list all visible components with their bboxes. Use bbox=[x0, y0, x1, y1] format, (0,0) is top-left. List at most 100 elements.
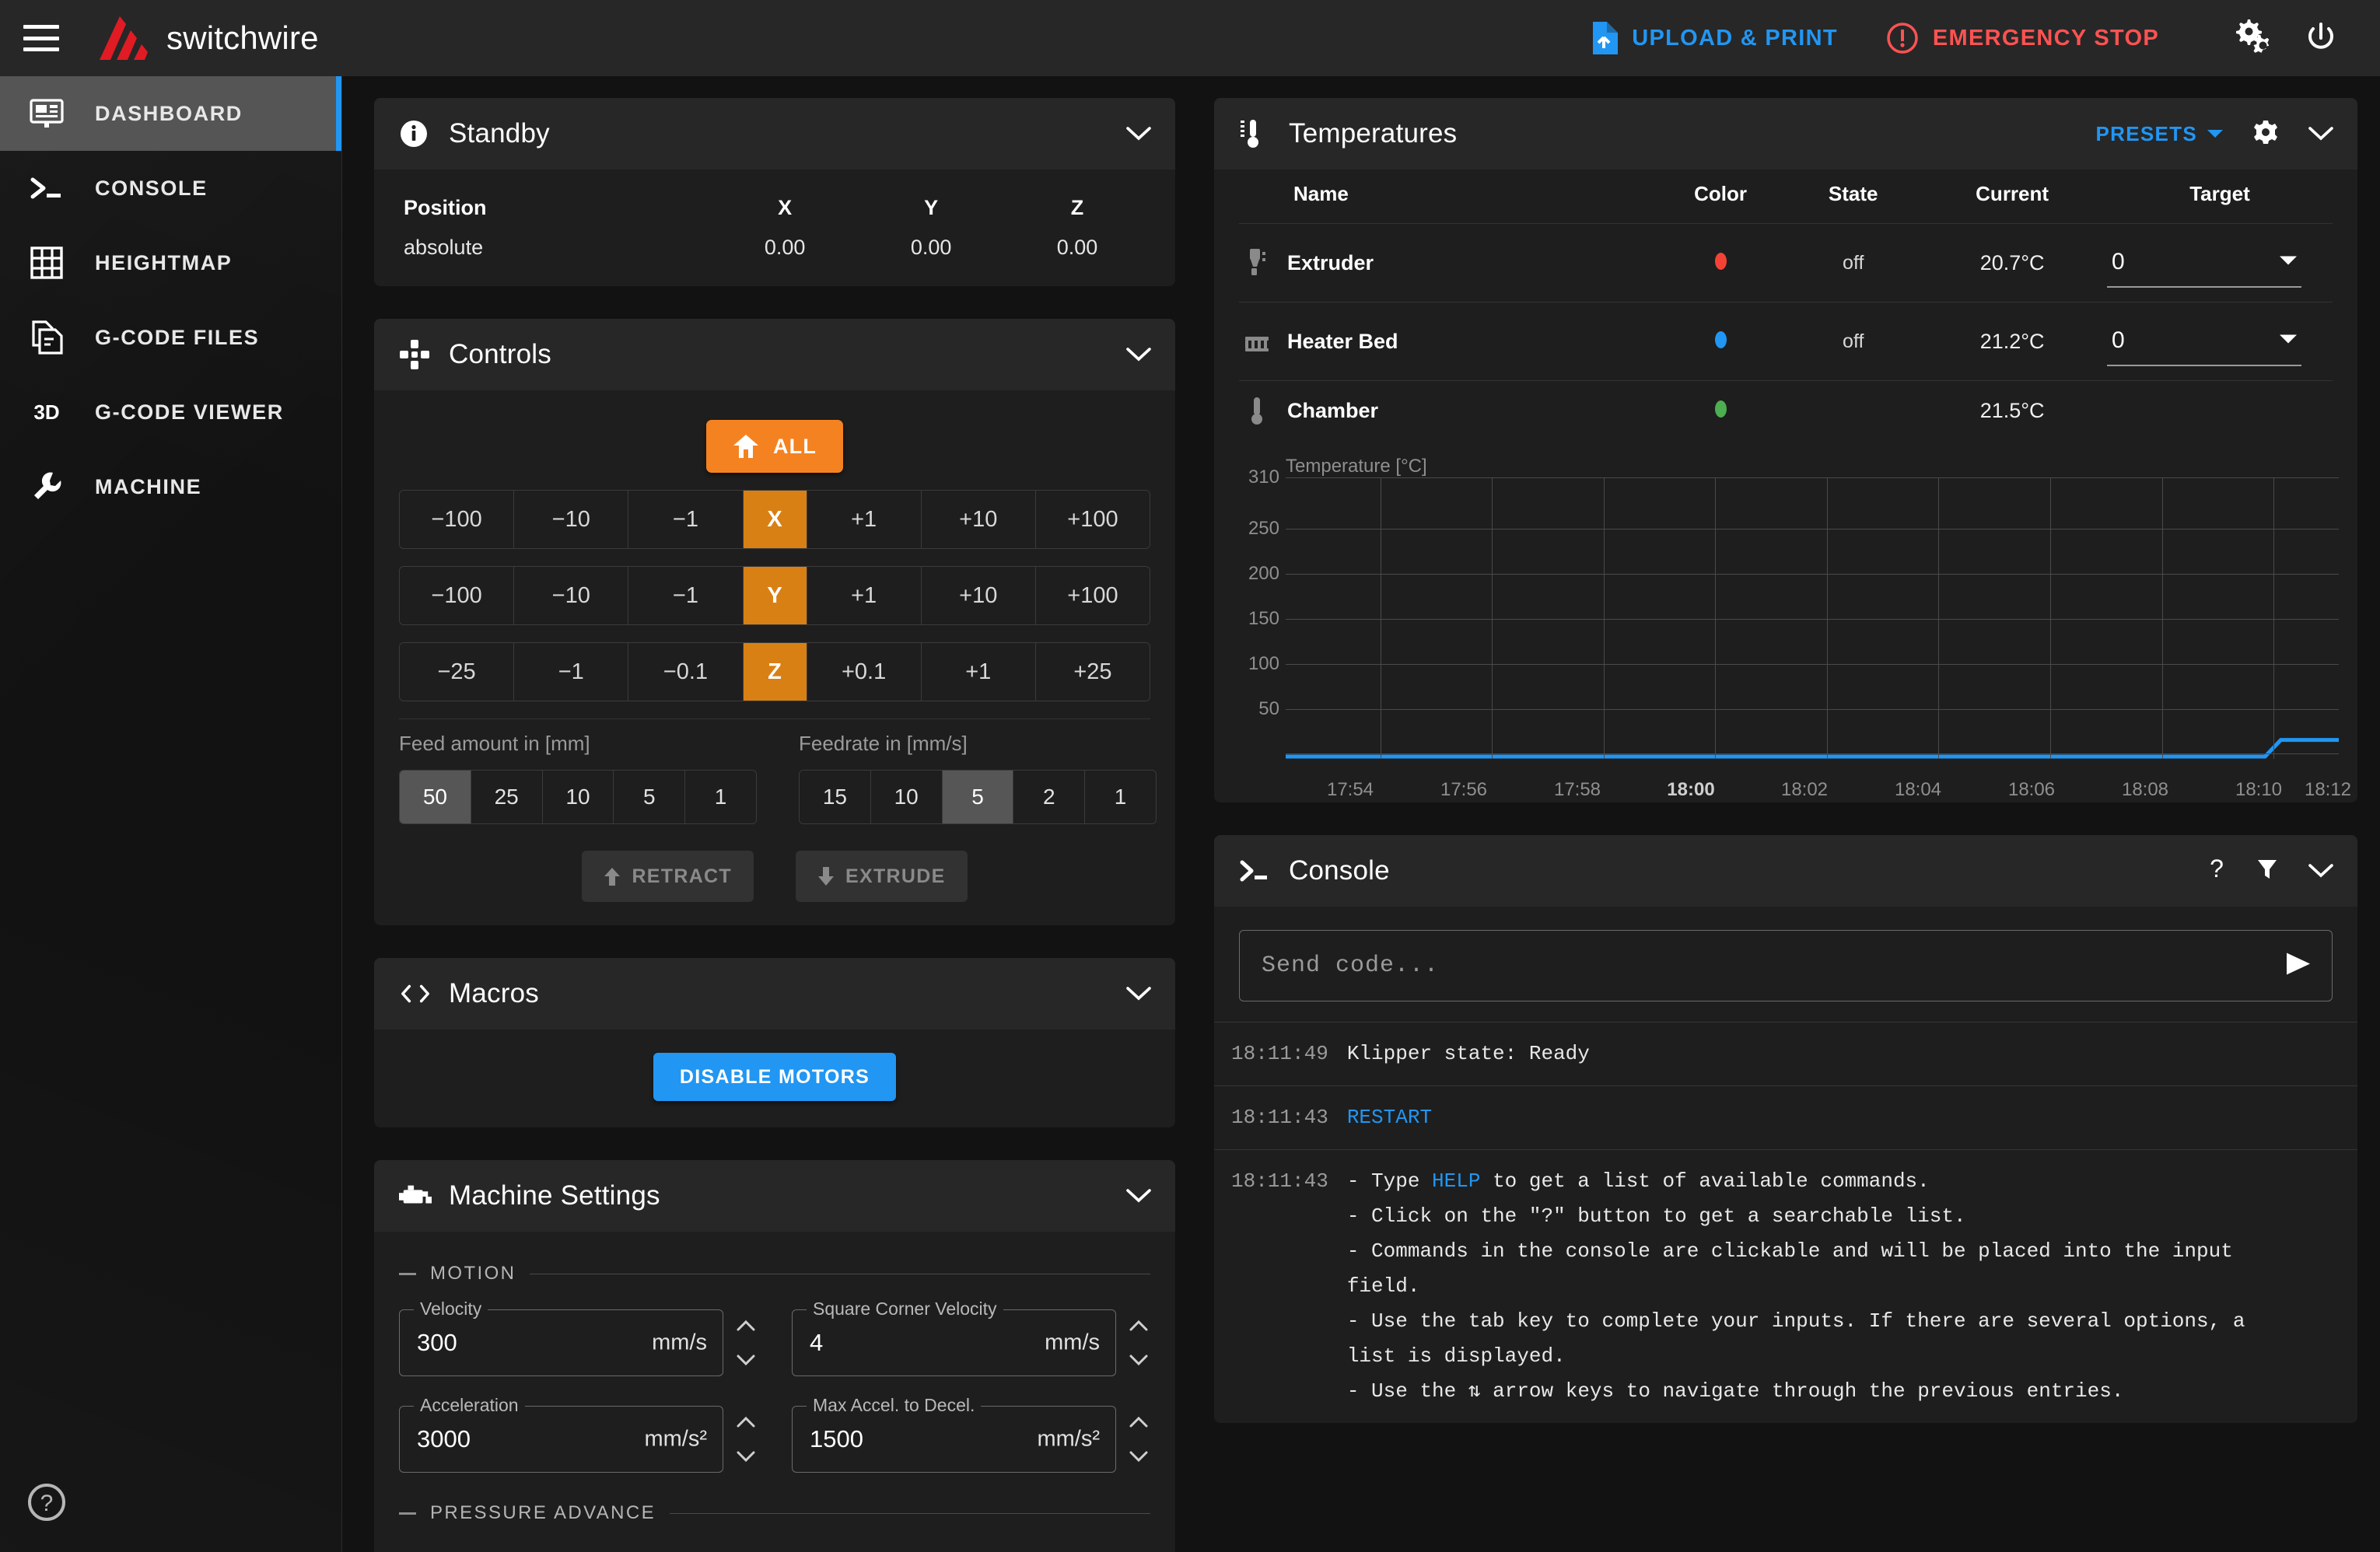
acceleration-increment-button[interactable] bbox=[734, 1414, 758, 1431]
feed-amount-50[interactable]: 50 bbox=[400, 771, 471, 823]
presets-dropdown[interactable]: PRESETS bbox=[2096, 122, 2224, 146]
pressure-advance-section-header[interactable]: PRESSURE ADVANCE bbox=[399, 1502, 1150, 1524]
extrude-button[interactable]: EXTRUDE bbox=[796, 851, 968, 902]
feed-amount-group: Feed amount in [mm] 50 25 10 5 1 bbox=[399, 732, 757, 824]
jog-y-minus-10[interactable]: −10 bbox=[514, 567, 629, 624]
jog-y-plus-10[interactable]: +10 bbox=[921, 567, 1036, 624]
matd-decrement-button[interactable] bbox=[1127, 1448, 1150, 1465]
acceleration-field[interactable]: Acceleration 3000 mm/s² bbox=[399, 1395, 723, 1473]
feed-amount-25[interactable]: 25 bbox=[471, 771, 543, 823]
jog-z-plus-0.1[interactable]: +0.1 bbox=[807, 643, 922, 701]
thermometer-icon bbox=[1251, 397, 1262, 425]
motion-section-header[interactable]: MOTION bbox=[399, 1263, 1150, 1285]
home-y-button[interactable]: Y bbox=[743, 567, 807, 624]
jog-x-plus-10[interactable]: +10 bbox=[921, 491, 1036, 548]
velocity-label: Velocity bbox=[414, 1299, 488, 1320]
chevron-down-icon[interactable] bbox=[1125, 985, 1152, 1002]
color-swatch bbox=[1714, 400, 1727, 418]
home-x-button[interactable]: X bbox=[743, 491, 807, 548]
scv-decrement-button[interactable] bbox=[1127, 1351, 1150, 1368]
sidebar-item-gcode-files[interactable]: G-CODE FILES bbox=[0, 300, 341, 375]
jog-z-plus-1[interactable]: +1 bbox=[921, 643, 1036, 701]
chevron-down-icon[interactable] bbox=[2278, 333, 2298, 349]
status-card-header: Standby bbox=[374, 98, 1175, 170]
sidebar-item-label: DASHBOARD bbox=[95, 101, 243, 125]
home-all-button[interactable]: ALL bbox=[705, 420, 844, 473]
temperatures-settings-button[interactable] bbox=[2253, 120, 2278, 149]
chevron-down-icon[interactable] bbox=[2308, 862, 2334, 879]
list-item[interactable]: 18:11:43 RESTART bbox=[1214, 1085, 2357, 1149]
console-filter-button[interactable] bbox=[2256, 858, 2278, 885]
feedrate-1[interactable]: 1 bbox=[1085, 771, 1156, 823]
x-tick: 18:04 bbox=[1894, 779, 1942, 800]
chevron-down-icon[interactable] bbox=[2278, 254, 2298, 271]
jog-y-plus-100[interactable]: +100 bbox=[1035, 567, 1150, 624]
send-button[interactable] bbox=[2282, 951, 2315, 981]
max-accel-to-decel-field[interactable]: Max Accel. to Decel. 1500 mm/s² bbox=[792, 1395, 1116, 1473]
jog-x-minus-100[interactable]: −100 bbox=[400, 491, 515, 548]
sidebar-item-dashboard[interactable]: DASHBOARD bbox=[0, 76, 341, 151]
feedrate-5[interactable]: 5 bbox=[942, 771, 1014, 823]
jog-x-minus-1[interactable]: −1 bbox=[628, 491, 744, 548]
feedrate-15[interactable]: 15 bbox=[800, 771, 871, 823]
settings-gears-button[interactable] bbox=[2229, 15, 2276, 61]
log-command[interactable]: HELP bbox=[1432, 1169, 1480, 1193]
sidebar-item-machine[interactable]: MACHINE bbox=[0, 449, 341, 524]
color-swatch bbox=[1714, 330, 1727, 348]
jog-x-minus-10[interactable]: −10 bbox=[514, 491, 629, 548]
feed-amount-10[interactable]: 10 bbox=[542, 771, 614, 823]
help-button[interactable]: ? bbox=[25, 1480, 68, 1524]
chevron-down-icon[interactable] bbox=[2308, 125, 2334, 142]
velocity-field[interactable]: Velocity 300 mm/s bbox=[399, 1299, 723, 1376]
jog-y-plus-1[interactable]: +1 bbox=[807, 567, 922, 624]
emergency-stop-button[interactable]: EMERGENCY STOP bbox=[1886, 22, 2159, 54]
sidebar-item-heightmap[interactable]: HEIGHTMAP bbox=[0, 225, 341, 300]
sidebar-item-console[interactable]: CONSOLE bbox=[0, 151, 341, 225]
list-item[interactable]: 18:11:49 Klipper state: Ready bbox=[1214, 1022, 2357, 1085]
velocity-decrement-button[interactable] bbox=[734, 1351, 758, 1368]
sidebar-item-gcode-viewer[interactable]: 3D G-CODE VIEWER bbox=[0, 375, 341, 449]
table-row: Chamber 21.5°C bbox=[1239, 380, 2333, 440]
extruder-target-input[interactable]: 0 bbox=[2107, 238, 2301, 288]
chevron-down-icon[interactable] bbox=[1125, 346, 1152, 363]
jog-z-plus-25[interactable]: +25 bbox=[1035, 643, 1150, 701]
sidebar-nav: DASHBOARD CONSOLE HEIGHTMAP G-CODE FILES… bbox=[0, 76, 342, 1552]
machine-settings-card-header: Machine Settings bbox=[374, 1160, 1175, 1232]
retract-button[interactable]: RETRACT bbox=[582, 851, 754, 902]
y-tick: 50 bbox=[1258, 698, 1279, 719]
retract-label: RETRACT bbox=[632, 865, 732, 887]
velocity-increment-button[interactable] bbox=[734, 1317, 758, 1334]
matd-increment-button[interactable] bbox=[1127, 1414, 1150, 1431]
console-help-button[interactable]: ? bbox=[2207, 855, 2227, 886]
power-icon bbox=[2308, 23, 2333, 49]
console-input[interactable]: Send code... bbox=[1239, 930, 2333, 1001]
disable-motors-button[interactable]: DISABLE MOTORS bbox=[653, 1053, 897, 1101]
presets-label: PRESETS bbox=[2095, 121, 2197, 145]
scv-increment-button[interactable] bbox=[1127, 1317, 1150, 1334]
feedrate-2[interactable]: 2 bbox=[1013, 771, 1086, 823]
list-item[interactable]: 18:11:43 - Type HELP to get a list of av… bbox=[1214, 1149, 2357, 1423]
jog-y-minus-100[interactable]: −100 bbox=[400, 567, 515, 624]
upload-and-print-button[interactable]: UPLOAD & PRINT bbox=[1590, 22, 1838, 54]
power-button[interactable] bbox=[2298, 15, 2344, 61]
feed-amount-5[interactable]: 5 bbox=[614, 771, 686, 823]
menu-toggle-icon[interactable] bbox=[23, 25, 59, 51]
feed-amount-1[interactable]: 1 bbox=[685, 771, 756, 823]
jog-z-minus-1[interactable]: −1 bbox=[514, 643, 629, 701]
jog-y-minus-1[interactable]: −1 bbox=[628, 567, 744, 624]
x-header: X bbox=[778, 196, 793, 219]
home-z-button[interactable]: Z bbox=[743, 643, 807, 701]
max-accel-to-decel-stepper bbox=[1127, 1414, 1150, 1465]
collapse-dash-icon bbox=[399, 1512, 416, 1515]
feedrate-10[interactable]: 10 bbox=[870, 771, 943, 823]
jog-x-plus-100[interactable]: +100 bbox=[1035, 491, 1150, 548]
chevron-down-icon[interactable] bbox=[1125, 1187, 1152, 1204]
log-command[interactable]: RESTART bbox=[1347, 1100, 1432, 1135]
chevron-down-icon[interactable] bbox=[1125, 125, 1152, 142]
square-corner-velocity-field[interactable]: Square Corner Velocity 4 mm/s bbox=[792, 1299, 1116, 1376]
jog-x-plus-1[interactable]: +1 bbox=[807, 491, 922, 548]
jog-z-minus-0.1[interactable]: −0.1 bbox=[628, 643, 744, 701]
acceleration-decrement-button[interactable] bbox=[734, 1448, 758, 1465]
jog-z-minus-25[interactable]: −25 bbox=[400, 643, 515, 701]
heater-bed-target-input[interactable]: 0 bbox=[2107, 316, 2301, 366]
